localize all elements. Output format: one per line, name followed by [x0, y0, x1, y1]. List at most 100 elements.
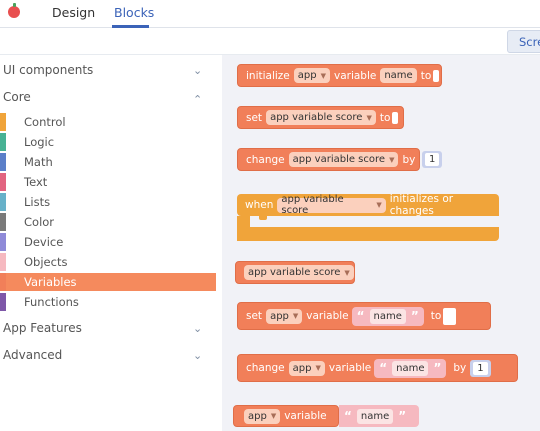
block-label: to: [430, 310, 442, 322]
category-swatch: [0, 133, 6, 151]
text-string-block[interactable]: “ name ”: [374, 358, 447, 378]
quote-open-icon: “: [344, 409, 352, 423]
category-swatch: [0, 213, 6, 231]
block-label: initializes or changes: [389, 193, 454, 217]
toolbar: [0, 28, 540, 55]
text-string-block[interactable]: “ name ”: [339, 405, 419, 427]
sidebar-item-math[interactable]: Math: [0, 153, 216, 171]
sidebar-item-label: Math: [24, 155, 53, 169]
dropdown-value: app variable score: [270, 112, 363, 123]
dropdown-value: app: [270, 310, 289, 322]
sidebar-item-lists[interactable]: Lists: [0, 193, 216, 211]
tab-design[interactable]: Design: [52, 5, 95, 20]
sidebar-item-text[interactable]: Text: [0, 173, 216, 191]
dropdown-arrow-icon: ▼: [344, 268, 350, 277]
variable-dropdown[interactable]: app variable score ▼: [266, 110, 376, 125]
variable-dropdown[interactable]: app variable score ▼: [244, 265, 354, 280]
block-label: when: [245, 199, 274, 211]
quote-close-icon: ”: [398, 409, 407, 423]
number-input[interactable]: 1: [422, 151, 443, 168]
chevron-up-icon[interactable]: ⌃: [193, 93, 202, 106]
variable-dropdown[interactable]: app variable score ▼: [277, 194, 386, 216]
string-value[interactable]: name: [356, 408, 394, 424]
block-label: change: [246, 362, 285, 374]
statement-slot[interactable]: [250, 216, 499, 227]
scope-dropdown[interactable]: app ▼: [288, 360, 325, 376]
scope-dropdown[interactable]: app ▼: [293, 68, 330, 83]
block-label: by: [453, 362, 467, 374]
block-initialize-variable[interactable]: initialize app ▼ variable name to: [237, 64, 442, 87]
section-app-features[interactable]: App Features: [3, 321, 82, 335]
section-core[interactable]: Core: [3, 90, 31, 104]
text-string-block[interactable]: “ name ”: [351, 306, 424, 326]
category-swatch: [0, 273, 6, 291]
block-get-variable[interactable]: app variable score ▼: [235, 261, 355, 284]
tab-blocks[interactable]: Blocks: [114, 5, 154, 20]
top-bar: Design Blocks: [0, 0, 540, 28]
category-swatch: [0, 253, 6, 271]
app-logo-icon: [8, 3, 20, 18]
sidebar-item-control[interactable]: Control: [0, 113, 216, 131]
sidebar-item-color[interactable]: Color: [0, 213, 216, 231]
dropdown-arrow-icon: ▼: [315, 364, 321, 372]
number-value: 1: [473, 361, 488, 375]
value-socket[interactable]: [433, 69, 440, 82]
dropdown-value: app variable score: [281, 194, 344, 216]
event-block-header: when app variable score ▼ initializes or …: [237, 193, 499, 217]
block-set-variable[interactable]: set app variable score ▼ to: [237, 106, 404, 129]
block-change-variable[interactable]: change app variable score ▼ by: [237, 148, 420, 171]
sidebar-item-label: Device: [24, 235, 64, 249]
quote-close-icon: ”: [433, 361, 442, 375]
value-socket[interactable]: [443, 307, 457, 325]
dropdown-value: app variable score: [292, 154, 386, 165]
variable-name-field[interactable]: name: [380, 68, 417, 83]
string-value[interactable]: name: [392, 360, 429, 376]
block-get-variable-by-name[interactable]: app ▼ variable: [233, 405, 339, 427]
dropdown-arrow-icon: ▼: [389, 155, 395, 164]
block-label: variable: [284, 410, 327, 422]
quote-close-icon: ”: [410, 309, 419, 323]
sidebar-item-objects[interactable]: Objects: [0, 253, 216, 271]
section-ui-components[interactable]: UI components: [3, 63, 93, 77]
screen-selector-button[interactable]: Scre: [507, 30, 540, 53]
dropdown-value: app variable score: [248, 267, 341, 278]
sidebar-item-label: Functions: [24, 295, 79, 309]
block-change-variable-by-name[interactable]: change app ▼ variable “ name ” by 1: [237, 354, 518, 382]
number-value: 1: [425, 153, 440, 166]
statement-notch: [259, 216, 267, 220]
sidebar-item-logic[interactable]: Logic: [0, 133, 216, 151]
block-category-sidebar: UI components ⌄ Core ⌃ Control Logic Mat…: [0, 55, 222, 431]
category-swatch: [0, 233, 6, 251]
block-label: to: [379, 111, 391, 124]
block-when-variable-changes[interactable]: when app variable score ▼ initializes or …: [237, 193, 499, 241]
string-value[interactable]: name: [369, 308, 406, 324]
quote-open-icon: “: [356, 309, 365, 323]
number-input[interactable]: 1: [470, 359, 491, 377]
event-block-footer: [237, 227, 499, 241]
dropdown-value: app: [292, 362, 312, 374]
sidebar-item-variables[interactable]: Variables: [0, 273, 216, 291]
section-advanced[interactable]: Advanced: [3, 348, 62, 362]
block-label: set: [246, 111, 263, 124]
block-set-variable-by-name[interactable]: set app ▼ variable “ name ” to: [237, 302, 491, 330]
sidebar-item-label: Objects: [24, 255, 68, 269]
quote-open-icon: “: [379, 361, 388, 375]
sidebar-item-label: Color: [24, 215, 55, 229]
category-swatch: [0, 173, 6, 191]
chevron-down-icon[interactable]: ⌄: [193, 64, 202, 77]
dropdown-arrow-icon: ▼: [320, 71, 326, 80]
sidebar-item-device[interactable]: Device: [0, 233, 216, 251]
chevron-down-icon[interactable]: ⌄: [193, 349, 202, 362]
sidebar-item-label: Lists: [24, 195, 51, 209]
variable-dropdown[interactable]: app variable score ▼: [288, 152, 399, 167]
block-label: by: [402, 153, 416, 166]
dropdown-value: app: [248, 410, 267, 422]
dropdown-arrow-icon: ▼: [292, 312, 299, 320]
category-swatch: [0, 193, 6, 211]
chevron-down-icon[interactable]: ⌄: [193, 322, 202, 335]
value-socket[interactable]: [392, 111, 399, 124]
scope-dropdown[interactable]: app ▼: [244, 408, 281, 424]
sidebar-item-functions[interactable]: Functions: [0, 293, 216, 311]
scope-dropdown[interactable]: app ▼: [266, 308, 303, 324]
dropdown-arrow-icon: ▼: [270, 412, 277, 420]
